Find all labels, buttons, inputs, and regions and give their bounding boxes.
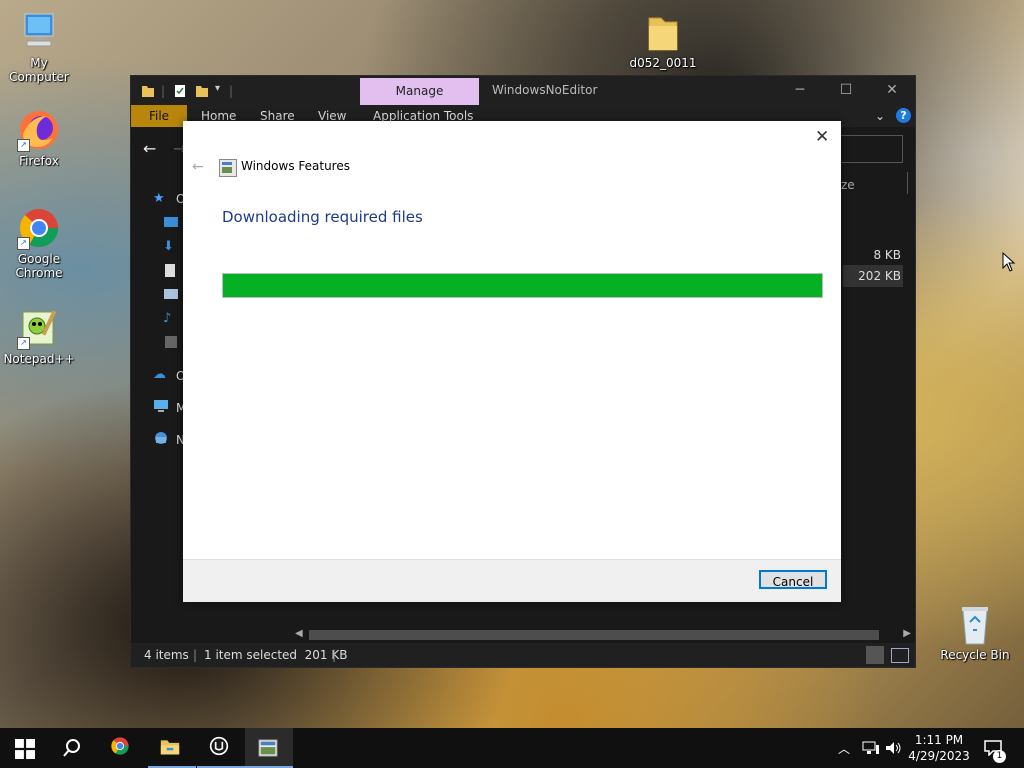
shortcut-arrow-icon: ↗ [17,237,30,250]
notepad-plus-plus-icon: ↗ [17,306,61,350]
quick-access-star-icon[interactable]: ★ [153,191,173,209]
scroll-right-icon[interactable]: ▶ [903,628,911,639]
onedrive-cloud-icon[interactable]: ☁ [153,367,173,385]
help-icon[interactable]: ? [896,108,911,123]
windows-features-icon [219,159,237,177]
desktop-icon-label: Recycle Bin [940,648,1010,662]
windows-features-icon [258,739,278,757]
scrollbar-thumb[interactable] [309,630,879,640]
tab-file[interactable]: File [131,105,187,127]
music-icon[interactable]: ♪ [163,311,183,329]
back-arrow-icon[interactable]: ← [143,139,156,158]
desktop-icon-google-chrome[interactable]: ↗ Google Chrome [0,206,78,280]
download-progress-bar [222,273,823,298]
this-pc-icon[interactable] [153,399,173,417]
network-icon[interactable] [862,741,880,755]
dialog-heading: Downloading required files [222,208,423,226]
videos-icon[interactable] [163,335,183,353]
status-bar: 4 items | 1 item selected 201 KB | [131,643,915,667]
progress-fill [223,274,822,297]
taskbar-windows-features[interactable] [245,728,293,768]
separator: | [229,84,234,98]
maximize-button[interactable]: ☐ [823,76,869,105]
search-icon [63,739,80,757]
show-hidden-icons-chevron-icon[interactable]: ︿ [838,740,850,757]
file-size-cell: 202 KB [858,269,901,283]
taskbar-unreal-engine[interactable] [197,728,245,768]
desktop-icon-recycle-bin[interactable]: Recycle Bin [938,602,1012,662]
explorer-titlebar[interactable]: | ▾ | Manage WindowsNoEditor ─ ☐ ✕ [131,76,915,105]
action-center-button[interactable]: 1 [980,728,1024,768]
computer-icon [17,10,61,54]
clock-time: 1:11 PM [914,733,964,747]
chrome-icon [111,737,129,755]
file-size-cell: 8 KB [873,248,901,262]
cancel-button[interactable]: Cancel [759,570,827,589]
separator: | [332,648,337,662]
folder-icon [641,10,685,54]
window-title: WindowsNoEditor [492,83,598,97]
back-arrow-icon[interactable]: ← [192,159,204,175]
close-icon[interactable]: ✕ [815,127,829,147]
start-button[interactable] [0,728,48,768]
details-view-icon[interactable] [866,646,884,664]
horizontal-scrollbar[interactable]: ◀ ▶ [291,627,915,643]
folder-icon[interactable] [141,84,155,101]
desktop-icon-label: Firefox [19,154,59,168]
new-folder-icon[interactable] [195,84,209,101]
desktop-icon-folder-d052-0011[interactable]: d052_0011 [624,10,702,70]
column-divider [907,172,908,194]
taskbar-chrome[interactable] [98,728,146,768]
file-explorer-icon [160,740,180,755]
network-icon[interactable] [153,431,173,449]
tab-manage[interactable]: Manage [360,78,479,105]
mouse-cursor-icon [1002,252,1016,272]
desktop-folder-icon[interactable] [163,215,183,233]
column-header-size[interactable]: ze [841,178,855,192]
taskbar-file-explorer[interactable] [148,728,196,768]
taskbar: ︿ 1:11 PM 4/29/2023 1 [0,728,1024,768]
pictures-icon[interactable] [163,287,183,305]
separator: | [193,648,198,662]
windows-features-dialog: ✕ ← Windows Features Downloading require… [183,121,841,602]
shortcut-arrow-icon: ↗ [17,337,30,350]
properties-icon[interactable] [173,84,187,101]
unreal-engine-icon [209,736,229,756]
close-button[interactable]: ✕ [869,76,915,105]
documents-icon[interactable] [163,263,183,281]
shortcut-arrow-icon: ↗ [17,139,30,152]
scroll-left-icon[interactable]: ◀ [295,628,303,639]
firefox-icon: ↗ [17,108,61,152]
desktop-icon-notepad-plus-plus[interactable]: ↗ Notepad++ [0,306,78,366]
chrome-icon: ↗ [17,206,61,250]
customize-quick-access-icon[interactable]: ▾ [215,83,220,94]
desktop-icon-label: Google Chrome [15,252,63,280]
desktop-icon-label: d052_0011 [629,56,697,70]
recycle-bin-icon [953,602,997,646]
clock-date: 4/29/2023 [908,749,970,763]
dialog-title: Windows Features [241,159,350,173]
search-input[interactable] [831,135,903,163]
desktop-icon-label: My Computer [9,56,69,84]
minimize-button[interactable]: ─ [777,76,823,105]
clock[interactable]: 1:11 PM 4/29/2023 [900,732,978,764]
expand-ribbon-icon[interactable]: ⌄ [875,105,885,127]
notification-count-badge: 1 [993,750,1006,763]
desktop-icon-my-computer[interactable]: My Computer [0,10,78,84]
downloads-icon[interactable]: ⬇ [163,239,183,257]
status-item-count: 4 items [144,648,189,662]
large-icons-view-icon[interactable] [891,648,909,663]
desktop-icon-firefox[interactable]: ↗ Firefox [0,108,78,168]
status-selection: 1 item selected 201 KB [204,648,348,662]
windows-logo-icon [15,739,35,759]
desktop-icon-label: Notepad++ [3,352,75,366]
dialog-footer: Cancel [183,559,841,602]
search-button[interactable] [48,728,96,768]
separator: | [161,84,166,98]
